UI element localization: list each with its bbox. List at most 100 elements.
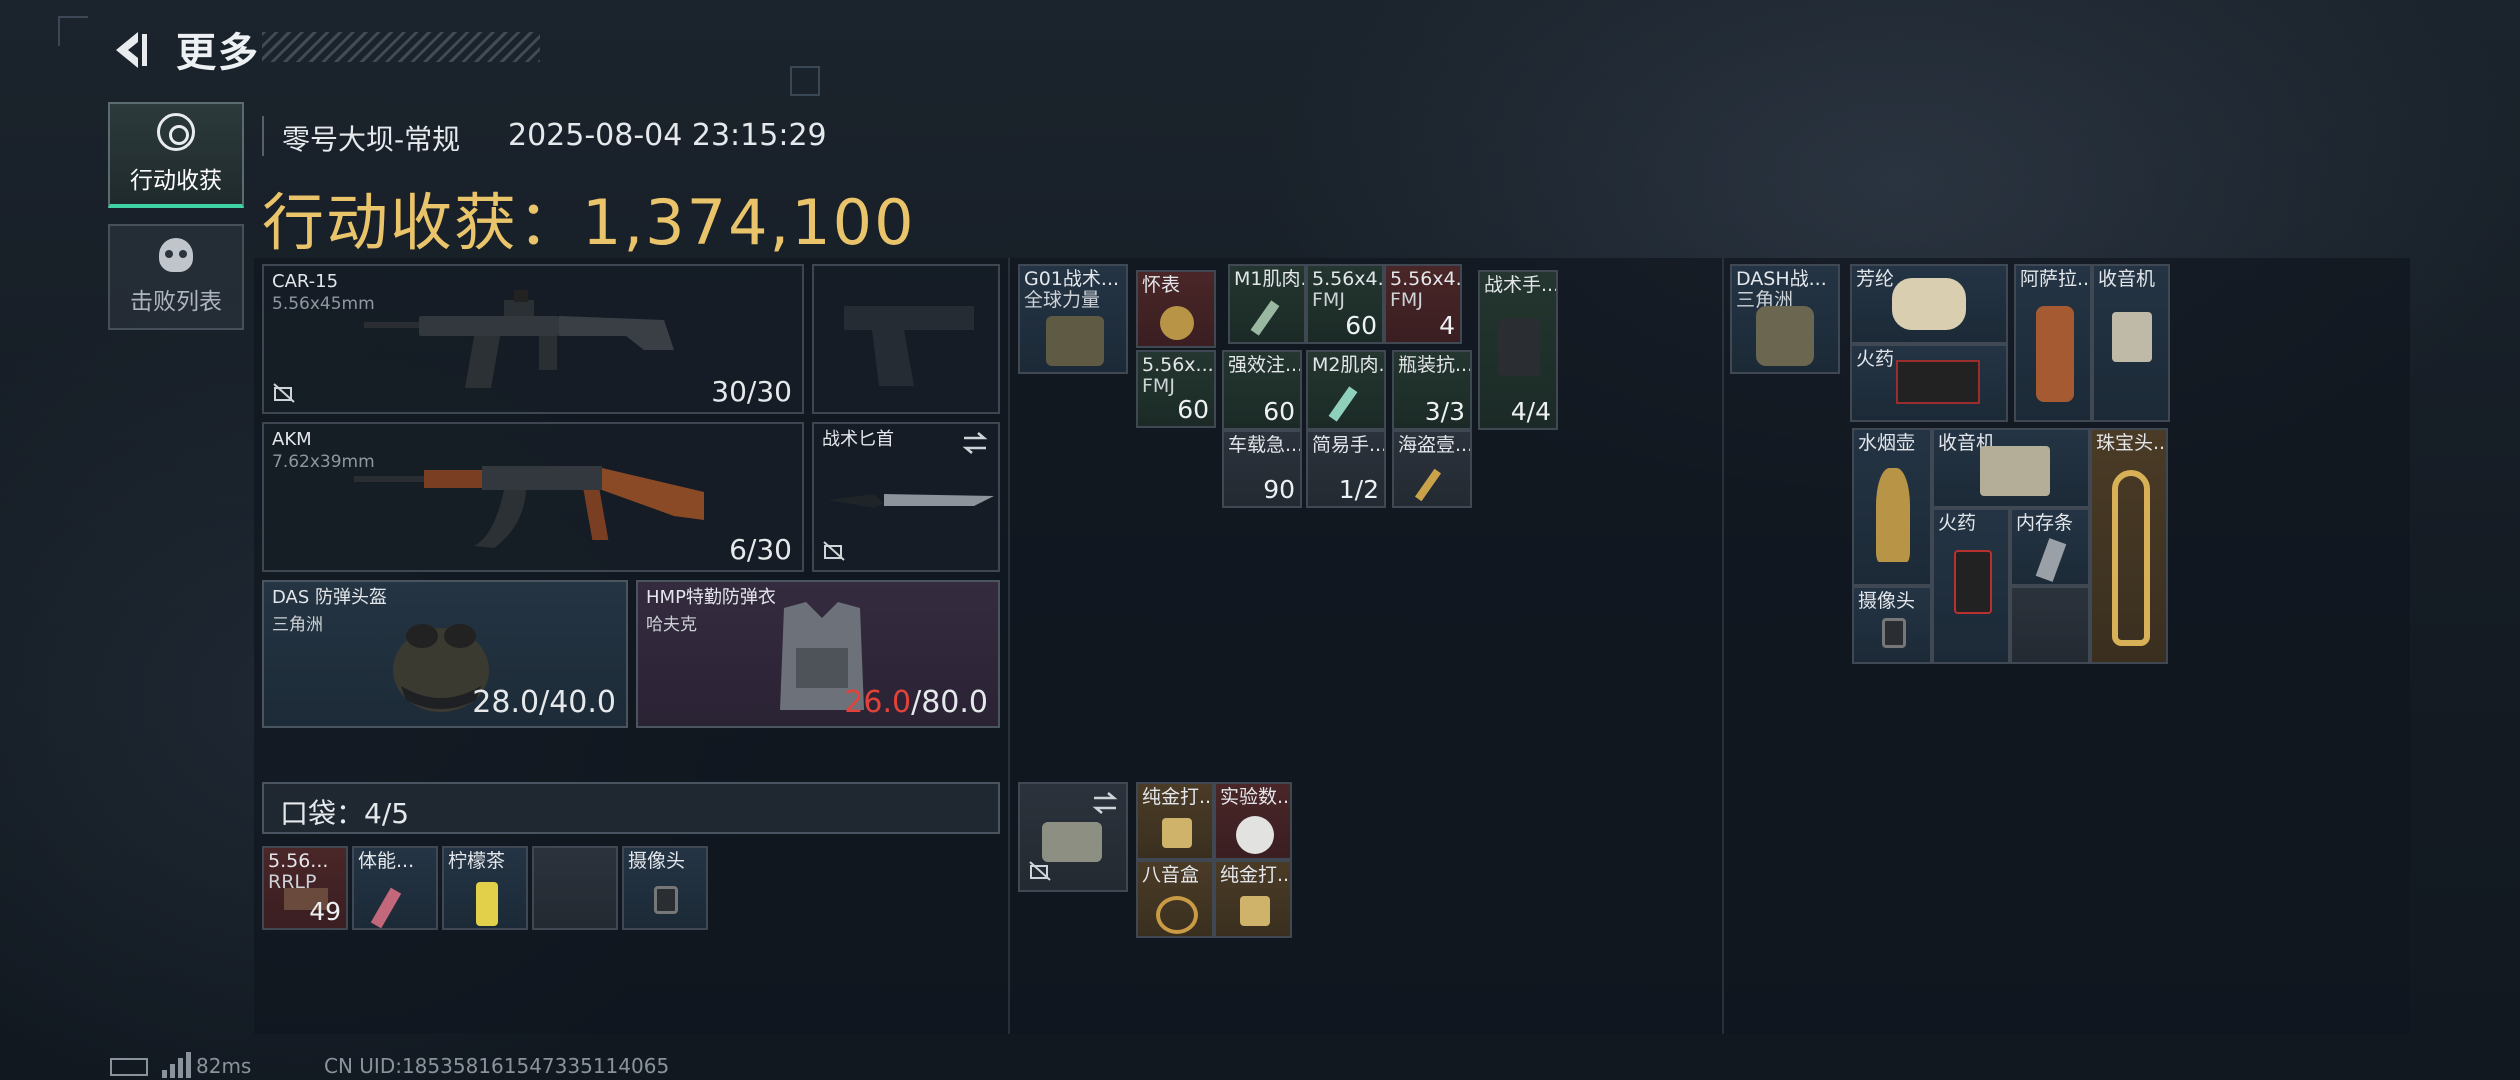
backpack-item[interactable]: 阿萨拉... <box>2014 264 2092 422</box>
item-name: 纯金打... <box>1220 864 1292 886</box>
map-name: 零号大坝-常规 <box>282 123 461 156</box>
weapon-name: AKM <box>272 429 312 450</box>
chest-item[interactable]: 怀表 <box>1136 270 1216 348</box>
back-arrow-icon[interactable] <box>104 26 152 74</box>
pistol-slot[interactable] <box>812 264 1000 414</box>
syringe-icon <box>1250 300 1280 336</box>
pocket-item[interactable]: 5.56... RRLP 49 <box>262 846 348 930</box>
chest-item[interactable]: 强效注... 60 <box>1222 350 1302 430</box>
swap-icon[interactable] <box>1090 790 1120 816</box>
pocket-header: 口袋：4/5 <box>262 782 1000 834</box>
item-sub: FMJ <box>1312 289 1345 311</box>
pouch-item[interactable]: 八音盒 <box>1136 860 1214 938</box>
corner-decor <box>790 66 820 96</box>
item-name: 5.56x... <box>1142 354 1214 376</box>
backpack-item[interactable]: 火药 <box>1932 508 2010 664</box>
pocket-item[interactable]: 摄像头 <box>622 846 708 930</box>
item-name: 车载急... <box>1228 434 1302 456</box>
lock-slash-icon <box>822 540 846 562</box>
backpack-item[interactable]: 内存条 <box>2010 508 2090 586</box>
backpack-item[interactable]: 收音机 <box>2092 264 2170 422</box>
backpack-item[interactable]: 收音机 <box>1932 428 2090 508</box>
item-name: 5.56... <box>268 850 329 872</box>
chest-item[interactable]: 简易手... 1/2 <box>1306 430 1386 508</box>
medkit-icon <box>1498 318 1540 376</box>
lantern-icon <box>2036 306 2074 402</box>
backpack-item[interactable]: 珠宝头... <box>2090 428 2168 664</box>
pocket-item[interactable]: 柠檬茶 <box>442 846 528 930</box>
item-name: 瓶装抗... <box>1398 354 1472 376</box>
battery-icon <box>110 1058 148 1076</box>
chest-item[interactable]: 海盗壹... <box>1392 430 1472 508</box>
earnings-label: 行动收获： <box>262 186 583 259</box>
backpack-item[interactable]: 摄像头 <box>1852 586 1932 664</box>
syringe-icon <box>370 887 402 928</box>
chest-item[interactable]: M2肌肉... <box>1306 350 1386 430</box>
item-sub: FMJ <box>1390 289 1423 311</box>
backpack-item[interactable]: 火药 <box>1850 344 2008 422</box>
item-name: G01战术... <box>1024 268 1120 290</box>
pouch-item[interactable]: 实验数... <box>1214 782 1292 860</box>
swap-icon[interactable] <box>960 430 990 456</box>
item-name: 战术手... <box>1484 274 1558 296</box>
item-name: 强效注... <box>1228 354 1302 376</box>
chest-item[interactable]: M1肌肉... <box>1228 264 1306 344</box>
pocket-empty-slot[interactable] <box>532 846 618 930</box>
melee-slot[interactable]: 战术匕首 <box>812 422 1000 572</box>
item-name: 纯金打... <box>1142 786 1214 808</box>
item-name: 简易手... <box>1312 434 1386 456</box>
item-count: 60 <box>1177 395 1209 424</box>
ammo-count: 6/30 <box>729 533 792 566</box>
radio-icon <box>1980 446 2050 496</box>
target-circle-icon <box>157 113 195 151</box>
lock-slash-icon <box>1028 860 1052 882</box>
backpack-item[interactable]: 芳纶 <box>1850 264 2008 344</box>
item-name: 火药 <box>1938 512 1977 534</box>
chest-item[interactable]: 5.56x... FMJ 60 <box>1136 350 1216 428</box>
safe-box-slot[interactable] <box>1018 782 1128 892</box>
ammo-count: 30/30 <box>711 375 792 408</box>
signal-icon <box>162 1052 192 1078</box>
backpack-item[interactable]: 水烟壶 <box>1852 428 1932 586</box>
tab-label: 击败列表 <box>130 289 222 315</box>
tab-action-harvest[interactable]: 行动收获 <box>108 102 244 208</box>
backpack-slot[interactable]: DASH战... 三角洲 <box>1730 264 1840 374</box>
item-name: 内存条 <box>2016 512 2074 534</box>
durability-current: 26.0 <box>844 685 912 720</box>
item-name: 收音机 <box>2098 268 2156 290</box>
primary-weapon-slot[interactable]: CAR-15 5.56x45mm 30/30 <box>262 264 804 414</box>
chest-item[interactable]: 车载急... 90 <box>1222 430 1302 508</box>
durability-current: 28.0 <box>472 685 540 720</box>
tab-label: 行动收获 <box>130 168 222 194</box>
chest-item[interactable]: 战术手... 4/4 <box>1478 270 1558 430</box>
secondary-weapon-slot[interactable]: AKM 7.62x39mm 6/30 <box>262 422 804 572</box>
item-name: 柠檬茶 <box>448 850 506 872</box>
item-name: 火药 <box>1856 348 1895 370</box>
pen-icon <box>1414 468 1442 502</box>
pocket-item[interactable]: 体能... <box>352 846 438 930</box>
knife-icon <box>824 474 994 524</box>
chest-rig-icon <box>1046 316 1104 366</box>
item-name: M1肌肉... <box>1234 268 1306 290</box>
chest-rig-slot[interactable]: G01战术... 全球力量 <box>1018 264 1128 374</box>
chest-item[interactable]: 瓶装抗... 3/3 <box>1392 350 1472 430</box>
syringe-icon <box>1328 386 1358 422</box>
helmet-slot[interactable]: DAS 防弹头盔 三角洲 28.0/40.0 <box>262 580 628 728</box>
weapon-ammo: 5.56x45mm <box>272 294 375 314</box>
pouch-item[interactable]: 纯金打... <box>1214 860 1292 938</box>
item-count: 4 <box>1439 311 1455 340</box>
item-name: DASH战... <box>1736 268 1827 290</box>
match-datetime: 2025-08-04 23:15:29 <box>508 118 827 153</box>
body-armor-slot[interactable]: HMP特勤防弹衣 哈夫克 26.0/80.0 <box>636 580 1000 728</box>
tab-kill-list[interactable]: 击败列表 <box>108 224 244 330</box>
backpack-icon <box>1756 306 1814 366</box>
chest-item[interactable]: 5.56x4... FMJ 60 <box>1306 264 1384 344</box>
helmet-name: DAS 防弹头盔 <box>272 587 388 608</box>
helmet-durability: 28.0/40.0 <box>472 685 616 720</box>
item-name: 海盗壹... <box>1398 434 1472 456</box>
pocket-watch-icon <box>1160 306 1194 340</box>
durability-max: /80.0 <box>911 685 988 720</box>
chest-item[interactable]: 5.56x4... FMJ 4 <box>1384 264 1462 344</box>
gunpowder-jar-icon <box>1954 550 1992 614</box>
pouch-item[interactable]: 纯金打... <box>1136 782 1214 860</box>
